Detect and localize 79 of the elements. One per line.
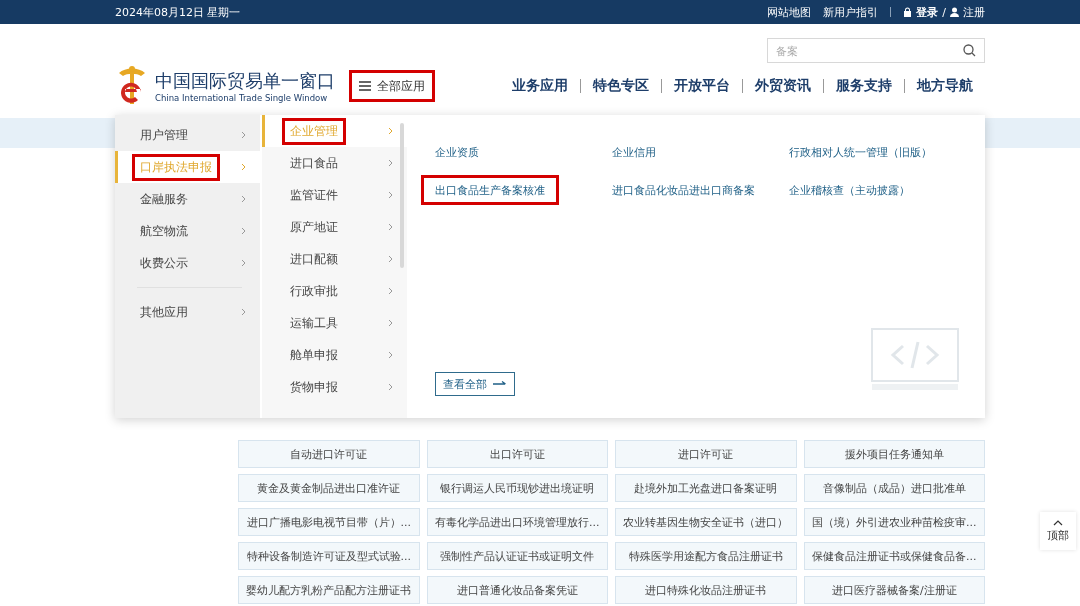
certificate-link[interactable]: 保健食品注册证书或保健食品备... [803,542,985,570]
category-item[interactable]: 收费公示 [115,247,260,279]
certificate-link[interactable]: 银行调运人民币现钞进出境证明 [426,474,608,502]
certificate-link[interactable]: 进口普通化妆品备案凭证 [426,576,608,604]
certificate-link[interactable]: 进口许可证 [615,440,797,468]
category-item[interactable]: 用户管理 [115,119,260,151]
certificate-link[interactable]: 黄金及黄金制品进出口准许证 [238,474,420,502]
back-to-top-button[interactable]: 顶部 [1040,512,1076,550]
nav-link[interactable]: 服务支持 [824,77,904,95]
chevron-right-icon [388,159,393,167]
nav-link[interactable]: 地方导航 [905,77,985,95]
chevron-right-icon [241,163,246,171]
app-link[interactable]: 企业稽核查（主动披露） [775,175,924,205]
search-icon[interactable] [963,44,976,57]
certificate-link[interactable]: 进口特殊化妆品注册证书 [615,576,797,604]
chevron-right-icon [388,351,393,359]
subcategory-item[interactable]: 监管证件 [262,179,407,211]
logo-subtitle: China International Trade Single Window [155,93,329,103]
app-link[interactable]: 进口食品化妆品进出口商备案 [598,175,769,205]
subcategory-item[interactable]: 行政审批 [262,275,407,307]
certificate-link[interactable]: 出口许可证 [426,440,608,468]
subcategory-item[interactable]: 原产地证 [262,211,407,243]
certificate-link[interactable]: 自动进口许可证 [238,440,420,468]
chevron-right-icon [388,191,393,199]
app-link[interactable]: 出口食品生产备案核准 [421,175,559,205]
register-link[interactable]: 注册 [963,4,985,20]
certificate-link[interactable]: 进口医疗器械备案/注册证 [803,576,985,604]
logo-title: 中国国际贸易单一窗口 [155,69,335,93]
subcategory-item[interactable]: 舱单申报 [262,339,407,371]
nav-link[interactable]: 特色专区 [581,77,661,95]
chevron-right-icon [241,195,246,203]
app-link[interactable]: 企业资质 [421,137,493,167]
app-link[interactable]: 行政相对人统一管理（旧版） [775,137,946,167]
user-icon [950,7,959,17]
nav-link[interactable]: 外贸资讯 [743,77,823,95]
chevron-right-icon [388,287,393,295]
top-link[interactable]: 网站地图 [767,4,812,20]
certificate-link[interactable]: 国（境）外引进农业种苗检疫审... [803,508,985,536]
certificate-link[interactable]: 音像制品（成品）进口批准单 [803,474,985,502]
chevron-right-icon [241,308,246,316]
search-field[interactable]: 备案 [767,38,985,63]
top-link[interactable]: 新用户指引 [823,4,879,20]
app-link[interactable]: 企业信用 [598,137,670,167]
chevron-right-icon [241,131,246,139]
nav-link[interactable]: 业务应用 [500,77,580,95]
certificate-link[interactable]: 强制性产品认证证书或证明文件 [426,542,608,570]
certificate-link[interactable]: 特殊医学用途配方食品注册证书 [615,542,797,570]
caret-up-icon [1053,519,1063,526]
category-item[interactable]: 航空物流 [115,215,260,247]
category-item[interactable]: 其他应用 [115,296,260,328]
chevron-right-icon [388,319,393,327]
category-item[interactable]: 金融服务 [115,183,260,215]
nav-link[interactable]: 开放平台 [662,77,742,95]
code-icon [871,328,959,392]
chevron-right-icon [241,259,246,267]
certificate-link[interactable]: 有毒化学品进出口环境管理放行... [426,508,608,536]
subcategory-item[interactable]: 进口配额 [262,243,407,275]
subcategory-item[interactable]: 货物申报 [262,371,407,403]
certificate-link[interactable]: 赴境外加工光盘进口备案证明 [615,474,797,502]
login-link[interactable]: 登录 [916,4,939,20]
lock-icon [903,7,913,17]
chevron-right-icon [388,255,393,263]
certificate-link[interactable]: 援外项目任务通知单 [803,440,985,468]
chevron-right-icon [388,383,393,391]
certificate-link[interactable]: 农业转基因生物安全证书（进口） [615,508,797,536]
menu-icon [359,81,371,91]
chevron-right-icon [388,127,393,135]
chevron-right-icon [388,223,393,231]
all-apps-button[interactable]: 全部应用 [349,70,435,102]
separator-text: / [942,5,946,19]
certificate-link[interactable]: 进口广播电影电视节目带（片）... [238,508,420,536]
certificate-link[interactable]: 特种设备制造许可证及型式试验... [238,542,420,570]
certificate-link[interactable]: 婴幼儿配方乳粉产品配方注册证书 [238,576,420,604]
subcategory-item[interactable]: 进口食品 [262,147,407,179]
subcategory-item[interactable]: 运输工具 [262,307,407,339]
view-all-button[interactable]: 查看全部 [435,372,515,396]
date-text: 2024年08月12日 星期一 [115,4,241,20]
arrow-right-icon [493,381,507,387]
chevron-right-icon [241,227,246,235]
